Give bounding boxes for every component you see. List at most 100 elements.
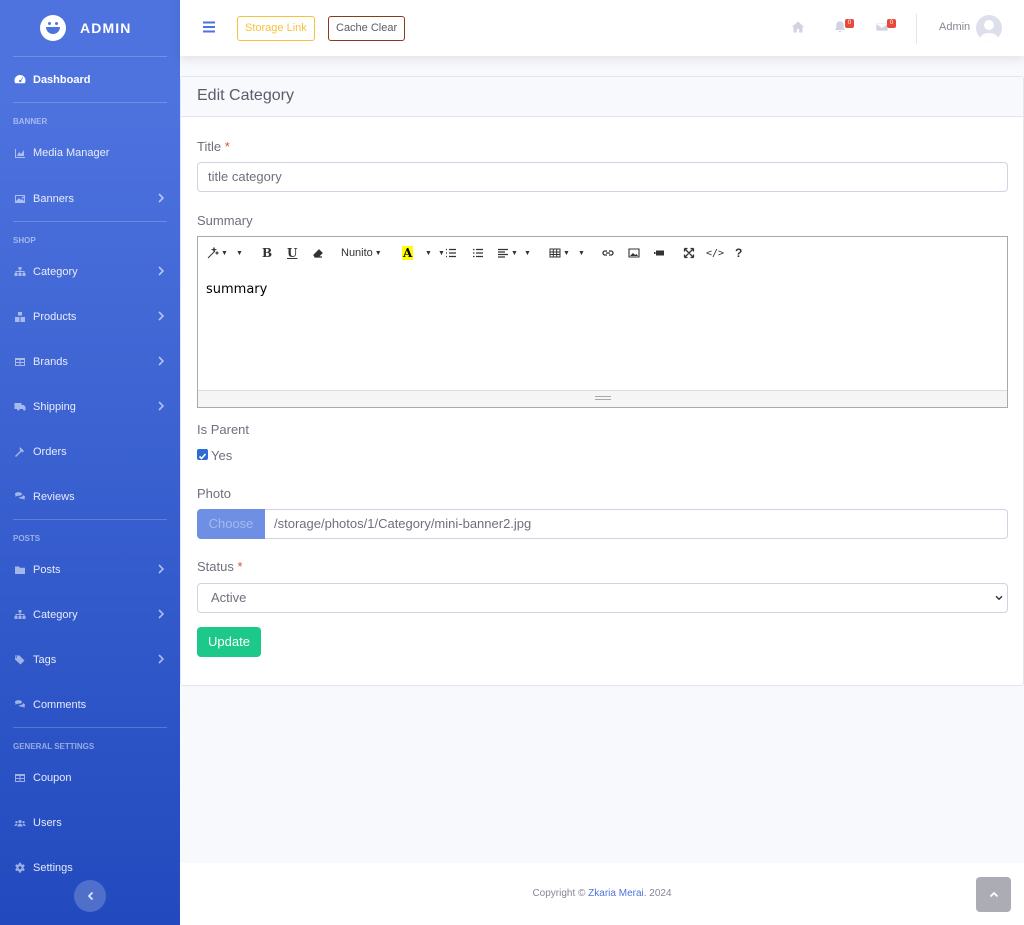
sidebar-item-banners[interactable]: Banners <box>0 176 180 221</box>
font-family-dropdown[interactable]: Nunito ▼ <box>341 246 382 260</box>
style-dropdown-caret[interactable]: ▼ <box>236 246 243 260</box>
cubes-icon <box>15 311 25 322</box>
eraser-icon[interactable] <box>312 246 324 260</box>
sidebar-item-coupon[interactable]: Coupon <box>0 755 180 800</box>
sidebar-item-orders[interactable]: Orders <box>0 429 180 474</box>
truck-icon <box>14 402 26 411</box>
paragraph-align-dropdown[interactable]: ▼ ▼ <box>497 246 531 260</box>
is-parent-label: Is Parent <box>197 422 250 437</box>
sidebar-item-users[interactable]: Users <box>0 800 180 845</box>
angle-up-icon <box>989 891 998 898</box>
status-selected-value: Active <box>211 590 247 605</box>
title-label-text: Title <box>197 139 222 154</box>
summary-editor: ▼ ▼ B U Nunito ▼ A ▼ ▼ ▼ ▼ ▼ ▼ </> ? summar… <box>197 236 1008 408</box>
bars-icon[interactable] <box>202 21 216 33</box>
sidebar-item-tags[interactable]: Tags <box>0 637 180 682</box>
sidebar-item-label: Media Manager <box>33 146 110 159</box>
chevron-right-icon <box>158 401 164 411</box>
hammer-icon <box>15 446 24 457</box>
home-icon[interactable] <box>791 20 805 34</box>
chart-area-icon <box>15 148 25 158</box>
table-icon <box>549 248 561 258</box>
sidebar-toggle-button[interactable] <box>74 880 106 912</box>
brand-name: ADMIN <box>80 20 132 36</box>
sidebar-item-label: Comments <box>33 698 87 711</box>
title-label: Title * <box>197 139 230 154</box>
alerts-count-badge: 0 <box>845 19 854 28</box>
avatar[interactable] <box>976 15 1002 41</box>
laugh-icon <box>40 15 66 41</box>
link-icon[interactable] <box>602 246 614 260</box>
sidebar: ADMIN Dashboard BANNER Media Manager Ban… <box>0 0 180 925</box>
chevron-right-icon <box>158 609 164 619</box>
status-select[interactable]: Active <box>197 583 1008 613</box>
sidebar-item-post-category[interactable]: Category <box>0 592 180 637</box>
summary-label: Summary <box>197 213 253 228</box>
tags-icon <box>15 655 25 664</box>
copyright-year: . 2024 <box>643 888 672 899</box>
user-name[interactable]: Admin <box>939 21 970 33</box>
video-icon[interactable] <box>653 246 665 260</box>
sidebar-item-label: Users <box>33 816 62 829</box>
choose-photo-button[interactable]: Choose <box>197 509 265 539</box>
sidebar-item-posts[interactable]: Posts <box>0 547 180 592</box>
sidebar-brand[interactable]: ADMIN <box>0 0 180 56</box>
folder-icon <box>15 566 25 574</box>
required-mark: * <box>224 139 230 154</box>
sidebar-item-media-manager[interactable]: Media Manager <box>0 130 180 175</box>
sidebar-item-category[interactable]: Category <box>0 249 180 294</box>
status-label-text: Status <box>197 559 234 574</box>
topbar-divider <box>916 14 917 44</box>
author-link[interactable]: Zkaria Merai <box>588 888 644 899</box>
table-dropdown[interactable]: ▼ ▼ <box>549 246 585 260</box>
user-avatar-icon <box>979 20 999 41</box>
sidebar-item-reviews[interactable]: Reviews <box>0 474 180 519</box>
editor-resize-bar[interactable] <box>198 390 1007 407</box>
chevron-left-icon <box>87 891 93 901</box>
chevron-down-icon <box>995 595 1003 601</box>
help-icon[interactable]: ? <box>735 246 742 260</box>
list-ol-shape <box>473 248 483 258</box>
sidebar-item-label: Posts <box>33 563 61 576</box>
cache-clear-button[interactable]: Cache Clear <box>328 16 406 41</box>
summary-content[interactable]: summary <box>198 270 1007 309</box>
arrows-alt-shape <box>683 247 695 259</box>
chevron-right-icon <box>158 266 164 276</box>
code-view-icon[interactable]: </> <box>706 246 724 260</box>
chevron-right-icon <box>158 311 164 321</box>
title-input[interactable]: title category <box>197 162 1008 192</box>
ordered-list-icon[interactable] <box>472 246 484 260</box>
resize-grip-icon[interactable] <box>595 396 611 400</box>
fullscreen-icon[interactable] <box>683 246 695 260</box>
scroll-to-top-button[interactable] <box>976 877 1011 912</box>
sitemap-icon <box>14 609 26 619</box>
text-color-icon[interactable]: A <box>402 246 414 260</box>
check-icon <box>198 453 207 460</box>
status-label: Status * <box>197 559 243 574</box>
update-button[interactable]: Update <box>197 627 261 657</box>
sidebar-item-label: Category <box>33 265 78 278</box>
editor-toolbar: ▼ ▼ B U Nunito ▼ A ▼ ▼ ▼ ▼ ▼ ▼ </> ? <box>198 237 1007 270</box>
sidebar-item-label: Coupon <box>33 771 72 784</box>
is-parent-checkbox[interactable] <box>197 449 208 460</box>
is-parent-option-label[interactable]: Yes <box>211 448 232 463</box>
eraser-shape <box>313 249 323 258</box>
color-dropdown-caret[interactable]: ▼ <box>425 246 432 260</box>
style-button[interactable]: ▼ <box>207 246 228 260</box>
storage-link-button[interactable]: Storage Link <box>237 16 315 41</box>
copyright: Copyright © Zkaria Merai. 2024 <box>180 888 1024 899</box>
sidebar-item-products[interactable]: Products <box>0 294 180 339</box>
unordered-list-icon[interactable]: ▼ <box>438 246 457 260</box>
picture-icon[interactable] <box>628 246 640 260</box>
bold-icon[interactable]: B <box>262 246 272 260</box>
sidebar-item-brands[interactable]: Brands <box>0 339 180 384</box>
sidebar-item-shipping[interactable]: Shipping <box>0 384 180 429</box>
sidebar-heading-banner: BANNER <box>13 117 48 126</box>
sidebar-item-dashboard[interactable]: Dashboard <box>0 57 180 102</box>
picture-shape <box>628 248 640 258</box>
underline-icon[interactable]: U <box>287 246 297 260</box>
sidebar-item-comments[interactable]: Comments <box>0 682 180 727</box>
photo-label: Photo <box>197 486 231 501</box>
photo-path-input[interactable]: /storage/photos/1/Category/mini-banner2.… <box>265 509 1008 539</box>
sidebar-item-label: Shipping <box>33 400 76 413</box>
